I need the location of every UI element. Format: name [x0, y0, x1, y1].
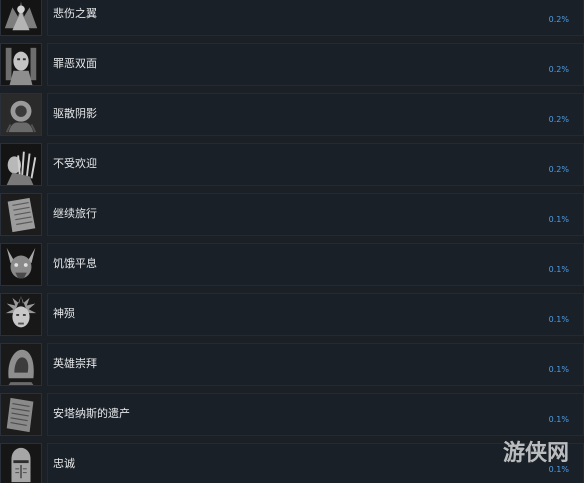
achievement-percent: 0.1% — [548, 415, 569, 424]
achievement-panel: 神殒 0.1% — [47, 293, 584, 336]
watermark-text: 游侠网 — [503, 440, 569, 466]
achievement-name: 悲伤之翼 — [53, 7, 97, 20]
achievement-row[interactable]: 不受欢迎 0.2% — [0, 143, 584, 188]
winged-figure-icon — [0, 0, 42, 36]
achievement-panel: 悲伤之翼 0.2% — [47, 0, 584, 36]
achievement-name: 继续旅行 — [53, 207, 97, 220]
achievement-panel: 安塔纳斯的遗产 0.1% — [47, 393, 584, 436]
achievement-row[interactable]: 英雄崇拜 0.1% — [0, 343, 584, 388]
achievement-name: 忠诚 — [53, 457, 75, 470]
watermark-logo-icon: 游侠网 — [503, 436, 577, 466]
achievement-row[interactable]: 驱散阴影 0.2% — [0, 93, 584, 138]
achievement-panel: 继续旅行 0.1% — [47, 193, 584, 236]
achievement-percent: 0.1% — [548, 365, 569, 374]
achievement-percent: 0.2% — [548, 65, 569, 74]
two-faced-statue-icon — [0, 43, 42, 86]
achievement-panel: 罪恶双面 0.2% — [47, 43, 584, 86]
achievement-percent: 0.1% — [548, 315, 569, 324]
achievement-panel: 英雄崇拜 0.1% — [47, 343, 584, 386]
achievement-name: 不受欢迎 — [53, 157, 97, 170]
achievement-panel: 饥饿平息 0.1% — [47, 243, 584, 286]
achievement-percent: 0.2% — [548, 165, 569, 174]
achievement-percent: 0.1% — [548, 465, 569, 474]
achievement-panel: 驱散阴影 0.2% — [47, 93, 584, 136]
achievement-row[interactable]: 继续旅行 0.1% — [0, 193, 584, 238]
achievement-name: 饥饿平息 — [53, 257, 97, 270]
achievement-row[interactable]: 罪恶双面 0.2% — [0, 43, 584, 88]
achievement-panel: 不受欢迎 0.2% — [47, 143, 584, 186]
achievement-row[interactable]: 悲伤之翼 0.2% — [0, 0, 584, 38]
knight-helmet-icon — [0, 443, 42, 483]
achievement-list: 悲伤之翼 0.2% 罪恶双面 0.2% 驱散阴影 0.2% 不受欢迎 0.2% … — [0, 0, 584, 483]
achievement-name: 罪恶双面 — [53, 57, 97, 70]
achievement-row[interactable]: 安塔纳斯的遗产 0.1% — [0, 393, 584, 438]
achievement-percent: 0.1% — [548, 215, 569, 224]
achievement-row[interactable]: 饥饿平息 0.1% — [0, 243, 584, 288]
achievement-row[interactable]: 神殒 0.1% — [0, 293, 584, 338]
divine-head-icon — [0, 293, 42, 336]
engraved-tablet-icon — [0, 393, 42, 436]
hooded-figure-icon — [0, 343, 42, 386]
shadow-creature-icon — [0, 93, 42, 136]
achievement-name: 驱散阴影 — [53, 107, 97, 120]
achievement-percent: 0.2% — [548, 15, 569, 24]
achievement-name: 神殒 — [53, 307, 75, 320]
achievement-row[interactable]: 忠诚 0.1% — [0, 443, 584, 483]
horned-beast-icon — [0, 243, 42, 286]
stone-tablet-icon — [0, 193, 42, 236]
achievement-name: 安塔纳斯的遗产 — [53, 407, 130, 420]
clawed-hand-icon — [0, 143, 42, 186]
achievement-name: 英雄崇拜 — [53, 357, 97, 370]
achievement-percent: 0.1% — [548, 265, 569, 274]
achievement-percent: 0.2% — [548, 115, 569, 124]
